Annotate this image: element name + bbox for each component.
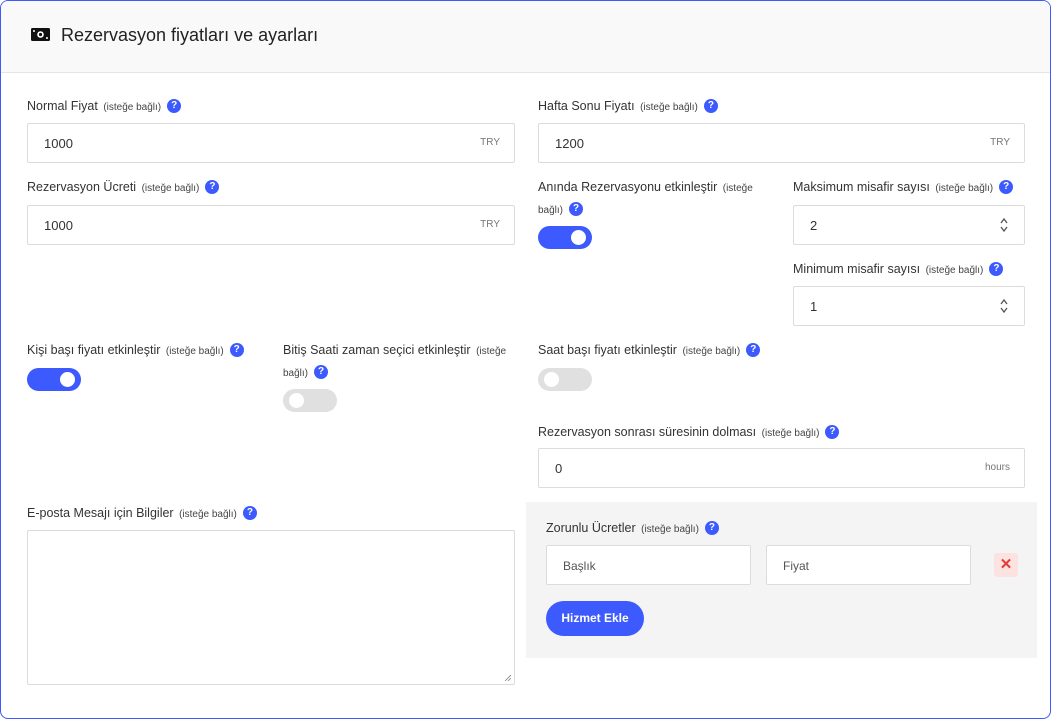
booking-expiry-input[interactable]: 0 hours <box>538 448 1025 488</box>
help-icon[interactable]: ? <box>999 179 1014 194</box>
help-icon[interactable]: ? <box>746 342 761 357</box>
booking-fee-value: 1000 <box>44 218 73 233</box>
help-icon[interactable]: ? <box>569 201 584 216</box>
min-guests-value: 1 <box>810 299 818 314</box>
email-info-textarea[interactable] <box>27 530 515 685</box>
card-header: Rezervasyon fiyatları ve ayarları <box>1 1 1050 73</box>
optional-note: (isteğe bağlı) <box>141 183 200 194</box>
toggle-knob <box>289 393 304 408</box>
resize-grip-icon[interactable] <box>504 674 511 681</box>
max-guests-input[interactable]: 2 <box>793 205 1025 245</box>
currency-unit: TRY <box>480 137 500 148</box>
booking-expiry-label: Rezervasyon sonrası süresinin dolması (i… <box>538 421 840 445</box>
normal-price-label: Normal Fiyat (isteğe bağlı)? <box>27 95 182 119</box>
page-title: Rezervasyon fiyatları ve ayarları <box>61 25 319 45</box>
help-icon[interactable]: ? <box>825 424 840 439</box>
optional-note: (isteğe bağlı) <box>640 102 698 113</box>
hourly-price-label: Saat başı fiyatı etkinleştir (isteğe bağ… <box>538 339 761 363</box>
spinner-arrows-icon[interactable] <box>1000 298 1008 314</box>
optional-note: (isteğe bağlı) <box>682 346 741 357</box>
help-icon[interactable]: ? <box>167 98 182 113</box>
per-person-price-toggle[interactable] <box>27 368 81 391</box>
mandatory-fees-label: Zorunlu Ücretler (isteğe bağlı)? <box>546 517 719 541</box>
weekend-price-value: 1200 <box>555 136 584 151</box>
help-icon[interactable]: ? <box>704 520 719 535</box>
hourly-price-toggle[interactable] <box>538 368 592 391</box>
pricing-settings-card: Rezervasyon fiyatları ve ayarları Normal… <box>0 0 1051 719</box>
booking-fee-input[interactable]: 1000 TRY <box>27 205 515 245</box>
min-guests-input[interactable]: 1 <box>793 286 1025 326</box>
fee-price-placeholder: Fiyat <box>783 559 810 573</box>
optional-note: (isteğe bağlı) <box>165 346 224 357</box>
weekend-price-input[interactable]: 1200 TRY <box>538 123 1025 163</box>
spinner-arrows-icon[interactable] <box>1000 217 1008 233</box>
optional-note: (isteğe bağlı) <box>935 183 994 194</box>
optional-note: (isteğe bağlı) <box>925 265 984 276</box>
help-icon[interactable]: ? <box>314 364 329 379</box>
help-icon[interactable]: ? <box>989 261 1004 276</box>
toggle-knob <box>544 372 559 387</box>
help-icon[interactable]: ? <box>242 505 257 520</box>
optional-note: (isteğe bağlı) <box>179 509 237 520</box>
email-info-label: E-posta Mesajı için Bilgiler (isteğe bağ… <box>27 502 257 526</box>
end-time-picker-label: Bitiş Saati zaman seçici etkinleştir (is… <box>283 343 507 379</box>
fee-title-input[interactable]: Başlık <box>546 545 751 585</box>
max-guests-label: Maksimum misafir sayısı (isteğe bağlı)? <box>793 176 1014 200</box>
optional-note: (isteğe bağlı) <box>103 102 162 113</box>
fee-price-input[interactable]: Fiyat <box>766 545 971 585</box>
help-icon[interactable]: ? <box>205 179 220 194</box>
max-guests-value: 2 <box>810 218 818 233</box>
normal-price-input[interactable]: 1000 TRY <box>27 123 515 163</box>
end-time-picker-toggle[interactable] <box>283 389 337 412</box>
per-person-price-label: Kişi başı fiyatı etkinleştir (isteğe bağ… <box>27 339 244 363</box>
normal-price-value: 1000 <box>44 136 73 151</box>
min-guests-label: Minimum misafir sayısı (isteğe bağlı)? <box>793 258 1004 282</box>
weekend-price-label: Hafta Sonu Fiyatı (isteğe bağlı)? <box>538 95 718 119</box>
currency-unit: TRY <box>480 219 500 230</box>
booking-expiry-value: 0 <box>555 461 563 476</box>
currency-unit: TRY <box>990 137 1010 148</box>
optional-note: (isteğe bağlı) <box>641 524 699 535</box>
help-icon[interactable]: ? <box>703 98 718 113</box>
time-unit: hours <box>984 462 1010 473</box>
instant-booking-toggle[interactable] <box>538 226 592 249</box>
add-service-button[interactable]: Hizmet Ekle <box>546 601 644 636</box>
toggle-knob <box>571 230 586 245</box>
instant-booking-label: Anında Rezervasyonu etkinleştir (isteğe … <box>538 180 753 216</box>
money-icon <box>31 28 50 41</box>
help-icon[interactable]: ? <box>229 342 244 357</box>
optional-note: (isteğe bağlı) <box>761 428 820 439</box>
fee-title-placeholder: Başlık <box>563 559 596 573</box>
booking-fee-label: Rezervasyon Ücreti (isteğe bağlı)? <box>27 176 220 200</box>
remove-fee-button[interactable]: ✕ <box>994 553 1018 577</box>
toggle-knob <box>60 372 75 387</box>
